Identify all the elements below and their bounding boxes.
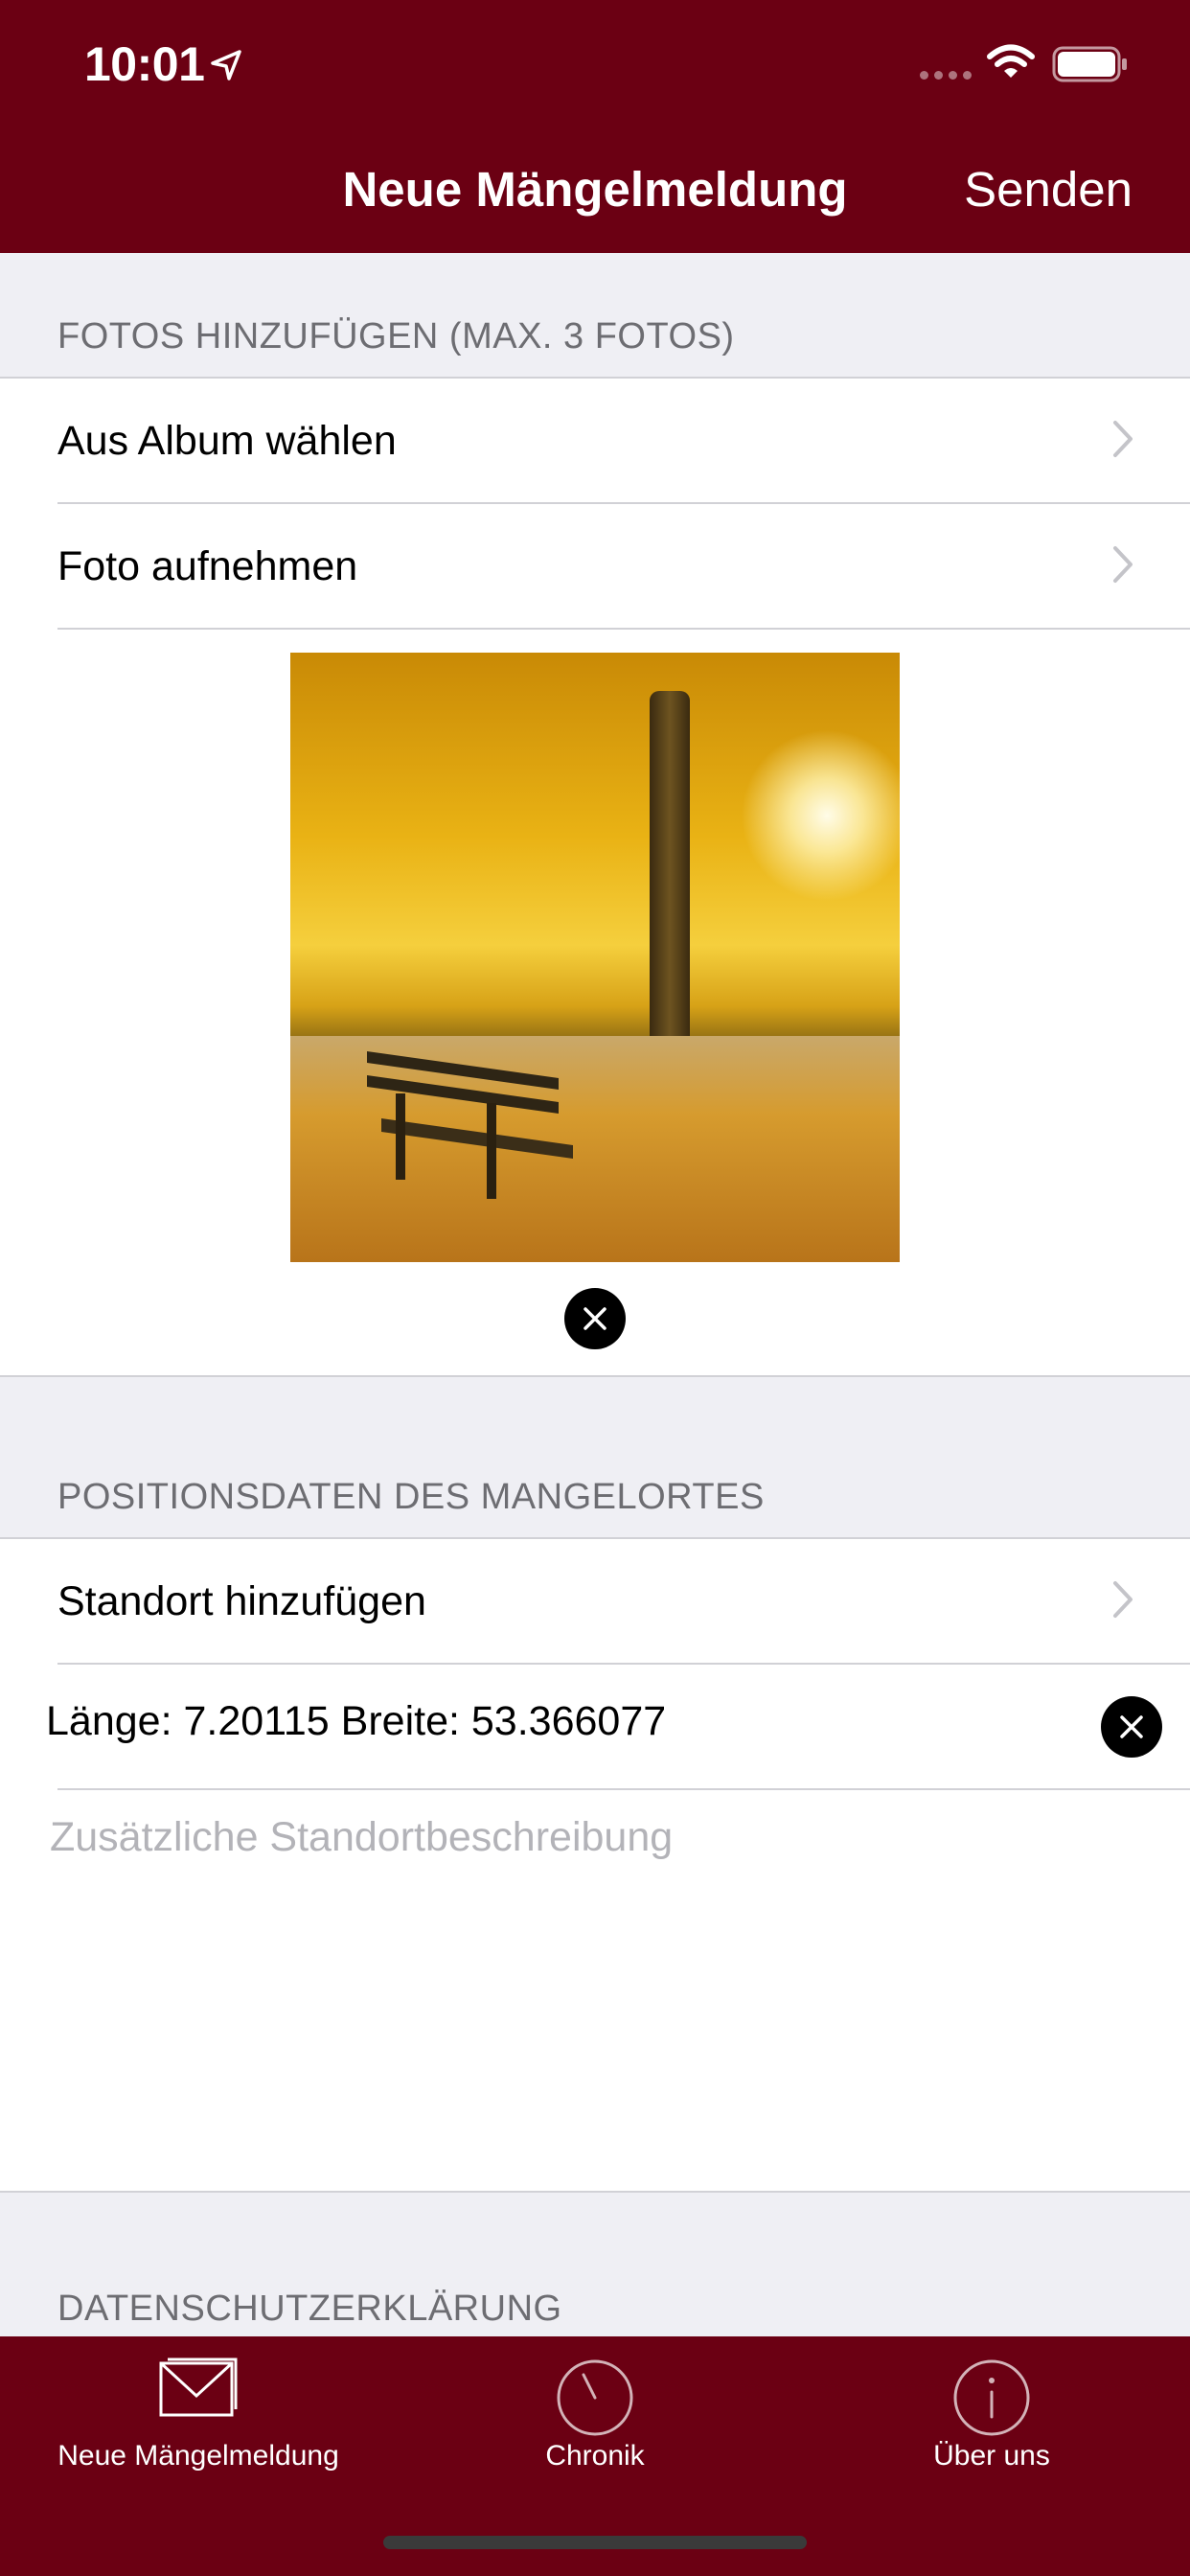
- tab-bar: Neue Mängelmeldung Chronik Über uns: [0, 2336, 1190, 2576]
- envelope-icon: [159, 2358, 238, 2417]
- choose-from-album-row[interactable]: Aus Album wählen: [57, 379, 1190, 504]
- chevron-right-icon: [1113, 1581, 1133, 1618]
- privacy-section-header: DATENSCHUTZERKLÄRUNG: [57, 2288, 562, 2329]
- take-photo-label: Foto aufnehmen: [57, 543, 358, 589]
- close-icon: [584, 1307, 606, 1330]
- choose-from-album-label: Aus Album wählen: [57, 418, 397, 464]
- take-photo-row[interactable]: Foto aufnehmen: [57, 504, 1190, 630]
- divider: [0, 2191, 1190, 2193]
- photos-section-header: FOTOS HINZUFÜGEN (MAX. 3 FOTOS): [57, 316, 735, 356]
- position-card: Standort hinzufügen: [0, 1539, 1190, 2191]
- location-description-input[interactable]: Zusätzliche Standortbeschreibung: [50, 1814, 673, 1861]
- position-section-header: POSITIONSDATEN DES MANGELORTES: [57, 1477, 765, 1517]
- send-button[interactable]: Senden: [964, 161, 1133, 218]
- tab-history[interactable]: Chronik: [397, 2336, 793, 2509]
- add-location-row[interactable]: Standort hinzufügen: [57, 1539, 1190, 1665]
- attached-photo[interactable]: [290, 653, 900, 1262]
- home-indicator: [383, 2536, 807, 2549]
- divider: [57, 628, 1190, 630]
- info-icon: [953, 2359, 1030, 2436]
- clock-icon: [557, 2359, 633, 2436]
- divider: [57, 1663, 1190, 1665]
- cellular-signal-icon: [920, 71, 972, 80]
- remove-photo-button[interactable]: [564, 1288, 626, 1349]
- chevron-right-icon: [1113, 546, 1133, 583]
- divider: [0, 1537, 1190, 1539]
- status-time: 10:01: [84, 37, 205, 91]
- battery-icon: [1052, 46, 1127, 82]
- chevron-right-icon: [1113, 421, 1133, 457]
- divider: [57, 1788, 1190, 1790]
- location-arrow-icon: [211, 50, 241, 80]
- close-icon: [1120, 1715, 1143, 1738]
- add-location-label: Standort hinzufügen: [57, 1578, 426, 1624]
- divider: [0, 377, 1190, 379]
- divider: [0, 1375, 1190, 1377]
- header: 10:01 Neue Mängelmeldung Senden: [0, 0, 1190, 253]
- coordinates-text: Länge: 7.20115 Breite: 53.366077: [46, 1698, 667, 1744]
- tab-new-report[interactable]: Neue Mängelmeldung: [0, 2336, 397, 2509]
- tab-label: Chronik: [545, 2440, 645, 2472]
- tab-about[interactable]: Über uns: [793, 2336, 1190, 2509]
- tab-label: Neue Mängelmeldung: [57, 2440, 339, 2472]
- tab-label: Über uns: [933, 2440, 1050, 2472]
- wifi-icon: [987, 44, 1035, 78]
- clear-coordinates-button[interactable]: [1101, 1696, 1162, 1758]
